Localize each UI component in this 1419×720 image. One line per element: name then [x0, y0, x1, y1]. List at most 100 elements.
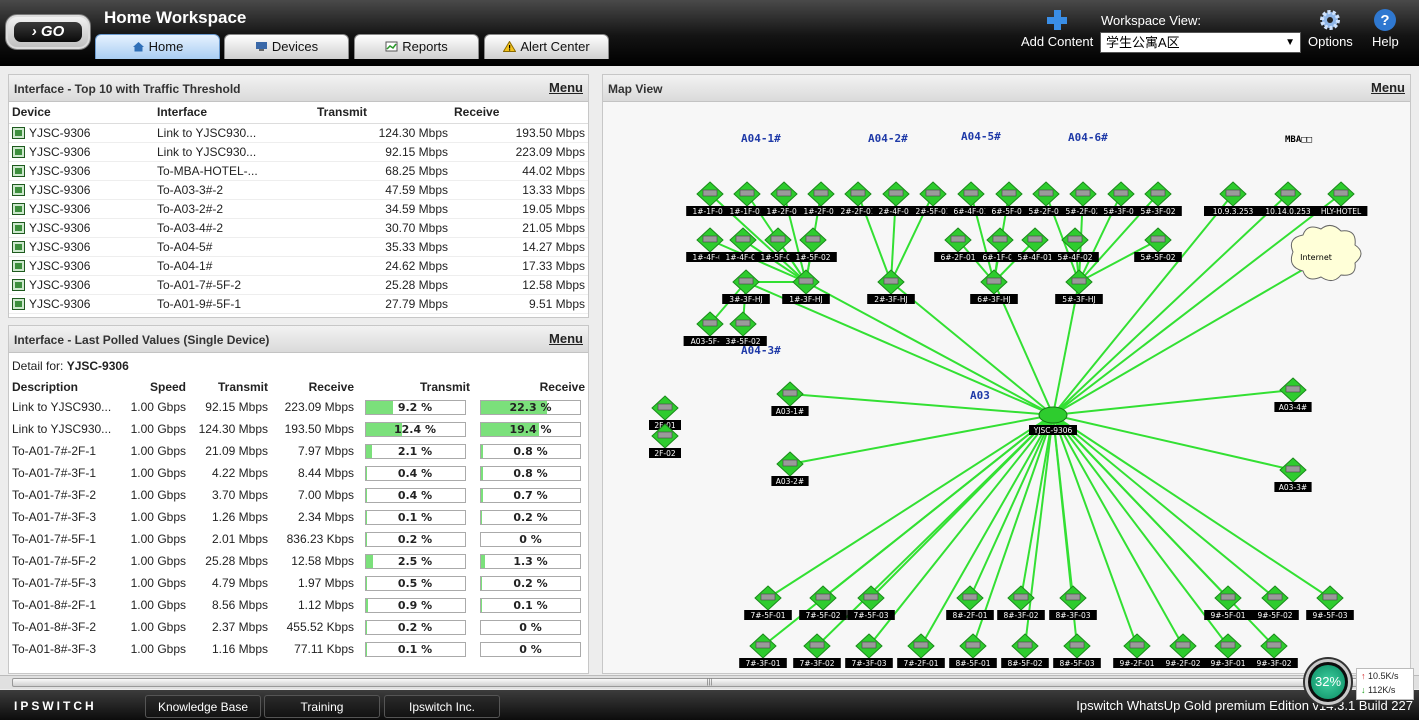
table-row[interactable]: YJSC-9306 To-MBA-HOTEL-... 68.25 Mbps 44.02… — [9, 161, 588, 181]
device-cell[interactable]: YJSC-9306 — [9, 275, 154, 295]
table-row[interactable]: To-A01-7#-5F-1 1.00 Gbps 2.01 Mbps 836.23 K… — [9, 528, 588, 550]
table-row[interactable]: YJSC-9306 Link to YJSC930... 92.15 Mbps 223… — [9, 142, 588, 162]
map-node[interactable]: 5#-4F-02 — [1051, 227, 1099, 262]
internet-cloud-icon[interactable]: Internet — [1290, 225, 1362, 281]
table-row[interactable]: YJSC-9306 To-A04-1# 24.62 Mbps 17.33 Mbps — [9, 256, 588, 276]
map-node[interactable]: 7#-3F-01 — [739, 633, 787, 668]
map-node[interactable]: A03-1# — [771, 381, 809, 416]
device-cell[interactable]: YJSC-9306 — [9, 294, 154, 314]
help-button[interactable]: ? Help — [1372, 8, 1399, 49]
table-row[interactable]: To-A01-7#-3F-1 1.00 Gbps 4.22 Mbps 8.44 Mbp… — [9, 462, 588, 484]
tab-alert-center[interactable]: Alert Center — [484, 34, 609, 59]
map-node[interactable]: 10.14.0.253 — [1256, 181, 1320, 216]
map-node[interactable]: 9#-2F-01 — [1113, 633, 1161, 668]
device-cell[interactable]: YJSC-9306 — [9, 161, 154, 181]
map-node[interactable]: HLY-HOTEL — [1314, 181, 1368, 216]
table-row[interactable]: Link to YJSC930... 1.00 Gbps 92.15 Mbps 223… — [9, 396, 588, 418]
map-node[interactable]: A03-3# — [1274, 457, 1312, 492]
map-node[interactable]: 7#-3F-03 — [845, 633, 893, 668]
map-node[interactable]: 8#-5F-01 — [949, 633, 997, 668]
go-button[interactable]: › GO — [5, 14, 91, 50]
map-node[interactable]: 5#-3F-HJ — [1055, 269, 1103, 304]
map-node[interactable]: 3#-3F-HJ — [722, 269, 770, 304]
table-row[interactable]: To-A01-7#-2F-1 1.00 Gbps 21.09 Mbps 7.97 Mb… — [9, 440, 588, 462]
interface-cell: Link to YJSC930... — [154, 142, 314, 162]
detail-device[interactable]: YJSC-9306 — [67, 359, 129, 373]
table-row[interactable]: To-A01-7#-5F-2 1.00 Gbps 25.28 Mbps 12.58 M… — [9, 550, 588, 572]
map-menu[interactable]: Menu — [1371, 80, 1405, 95]
transmit-cell: 1.26 Mbps — [211, 510, 268, 524]
map-node[interactable]: 8#-5F-03 — [1053, 633, 1101, 668]
ipswitch-link[interactable]: Ipswitch Inc. — [384, 695, 500, 718]
device-cell[interactable]: YJSC-9306 — [9, 199, 154, 219]
table-row[interactable]: To-A01-7#-3F-2 1.00 Gbps 3.70 Mbps 7.00 Mbp… — [9, 484, 588, 506]
add-content-button[interactable]: Add Content — [1021, 8, 1093, 49]
scroll-thumb[interactable]: ||| — [12, 678, 1407, 687]
map-node[interactable]: 8#-3F-03 — [1049, 585, 1097, 620]
map-node[interactable]: 6#-3F-HJ — [970, 269, 1018, 304]
node-label: A03-4# — [1279, 403, 1307, 412]
map-node[interactable]: 8#-5F-02 — [1001, 633, 1049, 668]
table-row[interactable]: To-A01-7#-3F-3 1.00 Gbps 1.26 Mbps 2.34 Mbp… — [9, 506, 588, 528]
table-row[interactable]: Link to YJSC930... 1.00 Gbps 124.30 Mbps 19… — [9, 418, 588, 440]
receive-bar: 0.1 % — [480, 597, 581, 613]
network-gauge[interactable]: 32% — [1305, 659, 1351, 705]
core-router[interactable]: YJSC-9306 — [1029, 406, 1077, 435]
map-node[interactable]: 5#-5F-02 — [1134, 227, 1182, 262]
table-row[interactable]: To-A01-8#-3F-3 1.00 Gbps 1.16 Mbps 77.11 Kb… — [9, 638, 588, 660]
device-cell[interactable]: YJSC-9306 — [9, 180, 154, 200]
map-node[interactable]: 8#-3F-02 — [997, 585, 1045, 620]
table-row[interactable]: YJSC-9306 To-A03-2#-2 34.59 Mbps 19.05 Mbps — [9, 199, 588, 219]
tab-reports[interactable]: Reports — [354, 34, 479, 59]
map-node[interactable]: 9#-5F-01 — [1204, 585, 1252, 620]
table-row[interactable]: YJSC-9306 Link to YJSC930... 124.30 Mbps 19… — [9, 123, 588, 143]
map-node[interactable]: 9#-5F-02 — [1251, 585, 1299, 620]
receive-util-cell: 0.2 % — [473, 572, 588, 594]
table-row[interactable]: YJSC-9306 To-A03-4#-2 30.70 Mbps 21.05 Mbps — [9, 218, 588, 238]
horizontal-scrollbar[interactable]: ||| — [0, 675, 1419, 689]
device-cell[interactable]: YJSC-9306 — [9, 237, 154, 257]
network-map[interactable]: A04-1# A04-2# A04-5# A04-6#A04-3#A03MBA□□1#… — [603, 102, 1411, 674]
map-node[interactable]: 7#-2F-01 — [897, 633, 945, 668]
map-node[interactable]: 5#-3F-02 — [1134, 181, 1182, 216]
table-row[interactable]: YJSC-9306 To-A01-9#-5F-1 27.79 Mbps 9.51 Mb… — [9, 294, 588, 314]
receive-util-cell: 0.2 % — [473, 506, 588, 528]
table-row[interactable]: To-A01-8#-2F-1 1.00 Gbps 8.56 Mbps 1.12 Mbp… — [9, 594, 588, 616]
workspace-view-select[interactable]: 学生公寓A区 ▼ — [1100, 32, 1301, 53]
knowledge-base-link[interactable]: Knowledge Base — [145, 695, 261, 718]
switch-body-icon — [735, 235, 751, 243]
table-row[interactable]: To-A01-8#-3F-2 1.00 Gbps 2.37 Mbps 455.52 K… — [9, 616, 588, 638]
tab-home[interactable]: Home — [95, 34, 220, 59]
map-node[interactable]: 9#-2F-02 — [1159, 633, 1207, 668]
top10-menu[interactable]: Menu — [549, 80, 583, 95]
tab-devices[interactable]: Devices — [224, 34, 349, 59]
table-row[interactable]: YJSC-9306 To-A03-3#-2 47.59 Mbps 13.33 Mbps — [9, 180, 588, 200]
device-cell[interactable]: YJSC-9306 — [9, 123, 154, 143]
map-node[interactable]: 2#-3F-HJ — [867, 269, 915, 304]
device-cell[interactable]: YJSC-9306 — [9, 142, 154, 162]
speed-cell: 1.00 Gbps — [130, 554, 186, 568]
device-cell[interactable]: YJSC-9306 — [9, 218, 154, 238]
table-row[interactable]: YJSC-9306 To-A04-5# 35.33 Mbps 14.27 Mbps — [9, 237, 588, 257]
map-node[interactable]: 7#-3F-02 — [793, 633, 841, 668]
map-node[interactable]: 6#-2F-01 — [934, 227, 982, 262]
transmit-cell: 25.28 Mbps — [205, 554, 268, 568]
map-node[interactable]: 3#-5F-02 — [719, 311, 767, 346]
map-node[interactable]: 9#-3F-02 — [1250, 633, 1298, 668]
speed-cell: 1.00 Gbps — [130, 444, 186, 458]
map-node[interactable]: 7#-5F-03 — [847, 585, 895, 620]
col-transmit: Transmit — [314, 102, 451, 124]
options-button[interactable]: Options — [1308, 8, 1353, 49]
map-node[interactable]: A03-4# — [1274, 377, 1312, 412]
map-node[interactable]: 9#-5F-03 — [1306, 585, 1354, 620]
table-row[interactable]: To-A01-7#-5F-3 1.00 Gbps 4.79 Mbps 1.97 Mbp… — [9, 572, 588, 594]
training-link[interactable]: Training — [264, 695, 380, 718]
map-node[interactable]: 7#-5F-02 — [799, 585, 847, 620]
table-row[interactable]: YJSC-9306 To-A01-7#-5F-2 25.28 Mbps 12.58 M… — [9, 275, 588, 295]
polled-menu[interactable]: Menu — [549, 331, 583, 346]
map-node[interactable]: 7#-5F-01 — [744, 585, 792, 620]
map-node[interactable]: A03-2# — [771, 451, 809, 486]
map-node[interactable]: 10.9.3.253 — [1204, 181, 1262, 216]
map-node[interactable]: 9#-3F-01 — [1204, 633, 1252, 668]
device-cell[interactable]: YJSC-9306 — [9, 256, 154, 276]
